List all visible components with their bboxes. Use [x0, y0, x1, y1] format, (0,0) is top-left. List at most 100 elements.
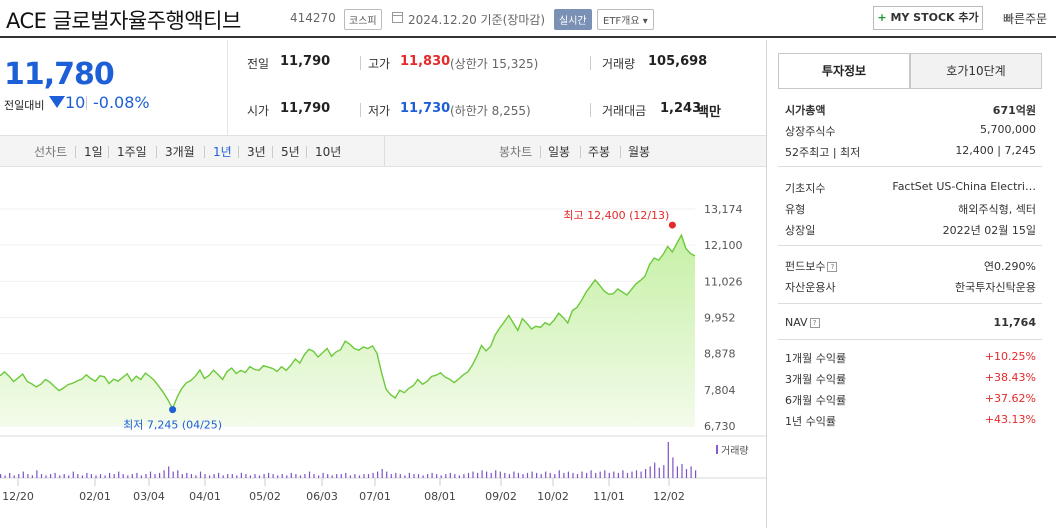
volume-bar [399, 474, 401, 478]
volume-bar [318, 475, 320, 478]
quick-order-link[interactable]: 빠른주문 [1003, 10, 1047, 27]
open-value: 11,790 [280, 101, 331, 116]
date-text: 2024.12.20 기준(장마감) [408, 13, 546, 27]
volume-bar [526, 472, 529, 478]
low-marker [169, 406, 177, 414]
volume-bar [663, 465, 665, 478]
volume-bar [595, 472, 597, 478]
x-tick-label: 11/01 [593, 490, 625, 503]
volume-bar [68, 475, 70, 478]
volume-bar [268, 472, 270, 478]
y-tick-label: 12,100 [704, 239, 743, 252]
volume-bar [322, 472, 324, 478]
volume-bar [140, 475, 142, 478]
divider [590, 56, 591, 70]
current-price: 11,780 [4, 57, 115, 92]
volume-bar [436, 474, 438, 478]
divider [778, 245, 1042, 246]
prev-close-label: 전일 [247, 57, 270, 71]
range-10y[interactable]: 10년 [315, 143, 341, 160]
divider [384, 136, 385, 167]
down-arrow-icon [49, 96, 65, 108]
candle-daily[interactable]: 일봉 [548, 143, 570, 160]
volume-bar [363, 474, 365, 478]
my-stock-add-button[interactable]: + MY STOCK 추가 [873, 6, 983, 30]
volume-bar [695, 470, 697, 478]
listing-date-value: 2022년 02월 15일 [942, 224, 1036, 237]
range-3m[interactable]: 3개월 [165, 143, 195, 160]
volume-bar [204, 474, 206, 478]
volume-bar [463, 474, 465, 478]
volume-bar [327, 474, 329, 478]
return-6m-label: 6개월 수익률 [785, 394, 847, 407]
realtime-button[interactable]: 실시간 [554, 9, 592, 30]
stock-name: ACE 글로벌자율주행액티브 [6, 9, 241, 33]
volume-bar [563, 472, 565, 478]
volume-bar [522, 474, 524, 478]
etf-overview-button[interactable]: ETF개요 ▾ [597, 9, 654, 30]
help-icon[interactable]: ? [809, 318, 820, 328]
volume-bar [227, 474, 229, 478]
volume-bar [631, 471, 633, 478]
low-label: 최저 7,245 (04/25) [123, 419, 222, 432]
base-index-label: 기초지수 [785, 182, 826, 195]
volume-bar [676, 466, 678, 478]
volume-bar [181, 474, 183, 478]
fund-fee-label: 펀드보수? [785, 258, 838, 274]
volume-bar [531, 471, 533, 478]
volume-bar [536, 472, 538, 478]
y-tick-label: 9,952 [704, 312, 736, 325]
volume-bar [495, 470, 497, 478]
volume-bar [508, 474, 510, 478]
tab-investment-info[interactable]: 투자정보 [778, 53, 910, 89]
volume-bar [581, 471, 583, 478]
divider [238, 146, 239, 158]
volume-bar [154, 474, 156, 478]
candle-monthly[interactable]: 월봉 [628, 143, 650, 160]
range-5y[interactable]: 5년 [281, 143, 300, 160]
range-1w[interactable]: 1주일 [117, 143, 147, 160]
volume-bar [458, 475, 460, 478]
y-tick-label: 8,878 [704, 348, 736, 361]
volume-bar [354, 474, 356, 478]
volume-bar [245, 474, 247, 478]
volume-bar [681, 463, 683, 478]
volume-bar [467, 472, 470, 478]
change-label: 전일대비 [4, 99, 45, 112]
volume-bar [586, 472, 588, 478]
volume-bar [340, 474, 342, 478]
volume-bar [22, 471, 24, 478]
volume-bar [645, 469, 647, 478]
volume-bar [690, 466, 692, 478]
volume-bar [31, 475, 33, 478]
range-3y[interactable]: 3년 [247, 143, 266, 160]
volume-bar [477, 472, 479, 478]
volume-bar [472, 471, 474, 478]
volume-legend-icon [716, 445, 718, 454]
return-1y-label: 1년 수익률 [785, 415, 836, 428]
low-value: 11,730 [400, 101, 451, 116]
range-1d[interactable]: 1일 [84, 143, 103, 160]
volume-bar [608, 472, 610, 478]
range-1y[interactable]: 1년 [213, 143, 232, 160]
volume-bar [422, 475, 424, 478]
volume-bar [272, 474, 274, 478]
candle-weekly[interactable]: 주봉 [588, 143, 610, 160]
volume-bar [449, 472, 451, 478]
type-value: 해외주식형, 섹터 [958, 203, 1036, 216]
volume-bar [63, 474, 65, 478]
fund-fee-value: 연0.290% [983, 260, 1036, 273]
x-tick-label: 10/02 [537, 490, 569, 503]
volume-bar [313, 474, 315, 478]
volume-bar [331, 475, 333, 478]
y-tick-label: 11,026 [704, 275, 743, 288]
volume-bar [40, 474, 43, 478]
volume-bar [190, 474, 192, 478]
asset-manager-label: 자산운용사 [785, 281, 836, 294]
divider [204, 146, 205, 158]
52week-value: 12,400 | 7,245 [955, 144, 1036, 157]
y-tick-label: 13,174 [704, 203, 743, 216]
tab-quote-10-levels[interactable]: 호가10단계 [910, 53, 1042, 89]
x-tick-label: 06/03 [306, 490, 338, 503]
help-icon[interactable]: ? [827, 262, 838, 272]
